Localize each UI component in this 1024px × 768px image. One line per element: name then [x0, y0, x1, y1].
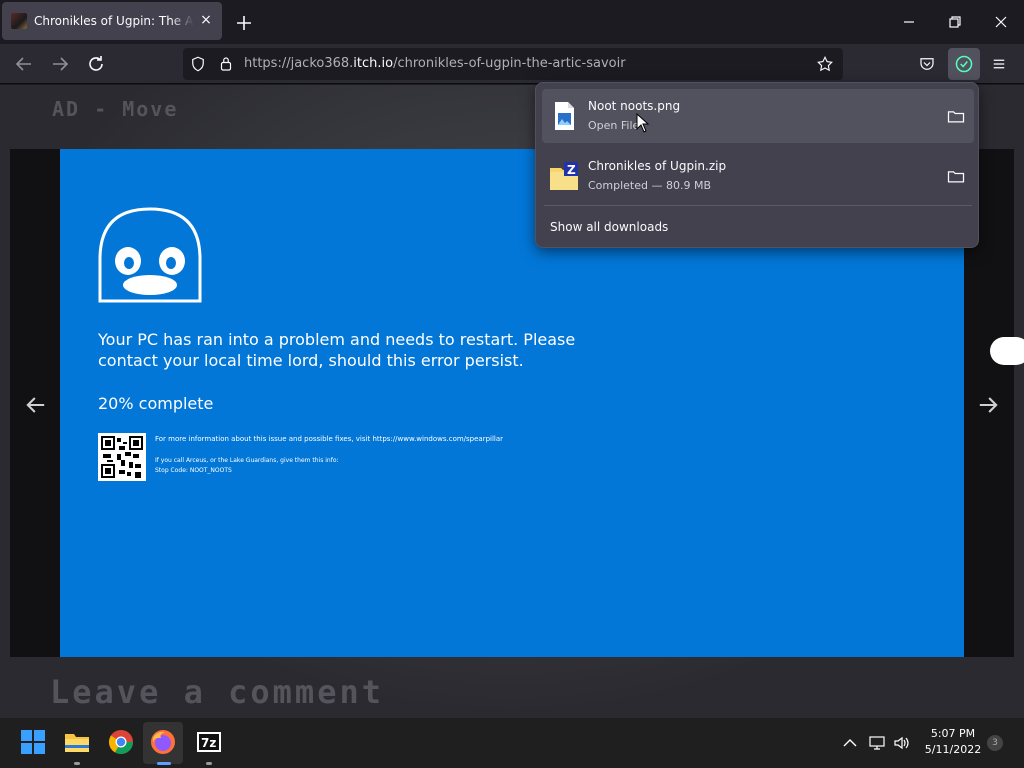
svg-text:Z: Z: [567, 163, 576, 177]
restore-icon[interactable]: [943, 10, 967, 34]
screen: Chronikles of Ugpin: The Artic Savoir ×: [0, 0, 1024, 768]
url-text[interactable]: https://jacko368.itch.io/chronikles-of-u…: [244, 56, 626, 71]
tab-strip: Chronikles of Ugpin: The Artic Savoir ×: [0, 0, 1024, 44]
tab-close-icon[interactable]: ×: [198, 12, 214, 28]
browser-tab[interactable]: Chronikles of Ugpin: The Artic Savoir ×: [2, 2, 222, 40]
running-indicator: [74, 762, 80, 765]
download-complete-icon: [955, 55, 973, 73]
volume-icon[interactable]: [893, 734, 911, 752]
bookmark-star-icon[interactable]: [816, 55, 834, 73]
qr-code-icon: [98, 433, 146, 481]
download-item[interactable]: Z Chronikles of Ugpin.zip Completed — 80…: [542, 149, 974, 203]
bsod-stop-code: Stop Code: NOOT_NOOTS: [155, 467, 232, 474]
close-window-icon[interactable]: [989, 10, 1013, 34]
clock-time: 5:07 PM: [930, 727, 976, 740]
lock-icon[interactable]: [217, 55, 235, 73]
download-item[interactable]: Noot noots.png Open File: [542, 89, 974, 143]
tab-favicon-icon: [11, 13, 27, 29]
downloads-panel: Noot noots.png Open File Z Chronikles of…: [535, 82, 979, 248]
panel-divider: [544, 205, 972, 206]
navigation-bar: https://jacko368.itch.io/chronikles-of-u…: [0, 44, 1024, 84]
controls-hint: AD - Move: [52, 97, 179, 121]
show-all-downloads-link[interactable]: Show all downloads: [550, 220, 668, 234]
zip-archive-icon: Z: [550, 162, 578, 190]
url-host: itch.io: [353, 56, 394, 71]
7zip-icon[interactable]: 7z: [195, 728, 223, 756]
side-decoration: [990, 337, 1024, 365]
firefox-icon[interactable]: [149, 728, 177, 756]
download-filename: Noot noots.png: [588, 99, 681, 113]
chevron-up-icon[interactable]: [841, 734, 859, 752]
new-tab-icon[interactable]: [232, 11, 256, 35]
back-icon[interactable]: [12, 52, 36, 76]
show-in-folder-icon[interactable]: [946, 106, 966, 126]
active-indicator: [157, 762, 171, 765]
file-explorer-icon[interactable]: [63, 728, 91, 756]
hamburger-menu-icon[interactable]: [990, 55, 1008, 73]
start-icon[interactable]: [19, 728, 47, 756]
tab-title: Chronikles of Ugpin: The Artic Savoir: [34, 14, 194, 28]
bsod-info-line: For more information about this issue an…: [155, 435, 504, 443]
download-status: Completed — 80.9 MB: [588, 179, 712, 192]
mouse-cursor-icon: [636, 113, 650, 133]
running-indicator: [206, 762, 212, 765]
notification-badge[interactable]: 3: [987, 735, 1003, 751]
download-status: Open File: [588, 119, 640, 132]
download-filename: Chronikles of Ugpin.zip: [588, 159, 727, 173]
tracking-shield-icon[interactable]: [189, 55, 207, 73]
bsod-guardians-line: If you call Arceus, or the Lake Guardian…: [155, 457, 339, 464]
next-image-icon[interactable]: [974, 391, 1002, 419]
image-file-icon: [555, 102, 574, 130]
chrome-icon[interactable]: [107, 728, 135, 756]
penguin-face-icon: [98, 207, 202, 303]
url-bar[interactable]: https://jacko368.itch.io/chronikles-of-u…: [183, 48, 843, 80]
url-prefix: https://jacko368.: [244, 56, 354, 71]
reload-icon[interactable]: [84, 52, 108, 76]
downloads-button[interactable]: [948, 48, 980, 80]
bsod-info: For more information about this issue an…: [155, 435, 503, 474]
bsod-progress: 20% complete: [98, 394, 214, 413]
show-in-folder-icon[interactable]: [946, 166, 966, 186]
bsod-message: Your PC has ran into a problem and needs…: [98, 330, 576, 370]
comment-heading: Leave a comment: [50, 673, 384, 711]
url-path: /chronikles-of-ugpin-the-artic-savoir: [393, 56, 626, 71]
minimize-icon[interactable]: [897, 10, 921, 34]
forward-icon[interactable]: [48, 52, 72, 76]
network-icon[interactable]: [868, 734, 886, 752]
clock[interactable]: 5:07 PM 5/11/2022: [918, 726, 988, 758]
pocket-icon[interactable]: [918, 55, 936, 73]
taskbar: 7z 5:07 PM 5/11/2022 3: [0, 718, 1024, 768]
clock-date: 5/11/2022: [924, 743, 982, 756]
previous-image-icon[interactable]: [22, 391, 50, 419]
7zip-label: 7z: [201, 736, 216, 750]
